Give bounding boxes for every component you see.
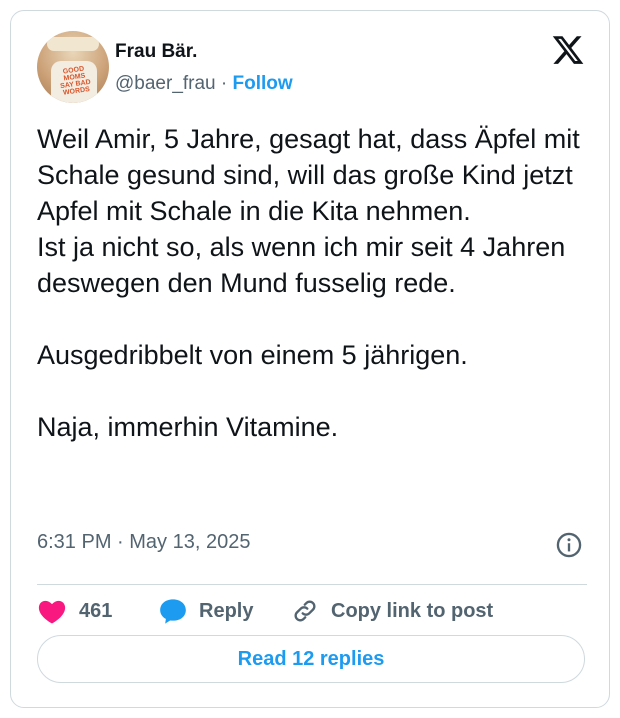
reply-bubble-icon [160, 599, 186, 624]
author-handle-row: @baer_frau · Follow [115, 73, 293, 95]
tweet-timestamp[interactable]: 6:31 PM · May 13, 2025 [37, 531, 250, 554]
x-logo-icon[interactable] [551, 33, 585, 67]
follow-button[interactable]: Follow [233, 73, 293, 94]
divider [37, 584, 587, 585]
info-icon[interactable] [555, 531, 583, 559]
avatar-shirt-text: GOOD MOMS SAY BAD WORDS [59, 65, 92, 97]
reply-button[interactable]: Reply [159, 593, 253, 629]
handle-separator: · [220, 73, 228, 94]
reply-label: Reply [199, 599, 254, 622]
avatar[interactable]: GOOD MOMS SAY BAD WORDS [37, 31, 109, 103]
tweet-card: GOOD MOMS SAY BAD WORDS Frau Bär. @baer_… [10, 10, 610, 708]
read-replies-button[interactable]: Read 12 replies [37, 635, 585, 683]
author-display-name[interactable]: Frau Bär. [115, 41, 197, 63]
like-count: 461 [79, 599, 113, 622]
link-icon [294, 600, 316, 622]
avatar-hat [47, 37, 99, 51]
heart-icon [38, 600, 66, 624]
copy-link-button[interactable]: Copy link to post [291, 593, 493, 629]
author-handle[interactable]: @baer_frau [115, 73, 216, 94]
read-replies-label: Read 12 replies [237, 647, 385, 670]
copy-link-label: Copy link to post [331, 599, 494, 622]
tweet-text: Weil Amir, 5 Jahre, gesagt hat, dass Äpf… [37, 124, 580, 442]
like-button[interactable]: 461 [37, 593, 112, 629]
